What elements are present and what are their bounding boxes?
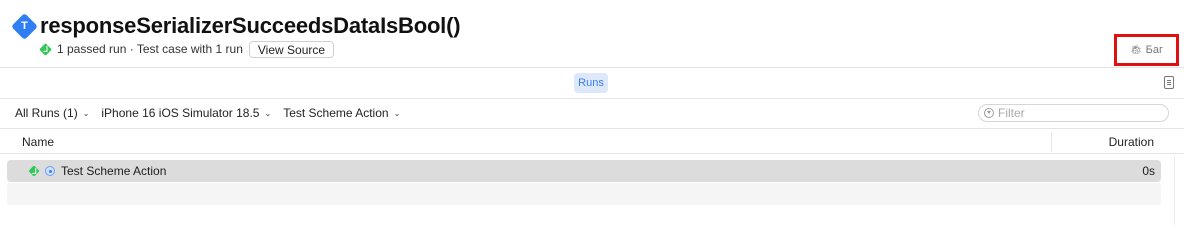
filter-field[interactable] bbox=[978, 104, 1169, 122]
header-divider bbox=[0, 67, 1184, 68]
tabbar-divider bbox=[0, 98, 1184, 99]
table-row-empty bbox=[7, 183, 1161, 205]
passed-status-icon bbox=[39, 42, 52, 56]
runs-dropdown[interactable]: All Runs (1) ⌄ bbox=[15, 106, 89, 120]
tab-runs[interactable]: Runs bbox=[574, 73, 608, 93]
summary-text: 1 passed run · Test case with 1 run bbox=[57, 42, 243, 56]
filter-icon bbox=[984, 108, 994, 118]
column-separator[interactable] bbox=[1051, 132, 1052, 152]
filter-divider bbox=[0, 128, 1184, 129]
bug-button[interactable]: 🐞︎ Баг bbox=[1114, 34, 1179, 66]
page-title: responseSerializerSucceedsDataIsBool() bbox=[40, 13, 461, 38]
row-name: Test Scheme Action bbox=[61, 164, 167, 178]
test-case-icon: T bbox=[11, 13, 38, 40]
test-summary: 1 passed run · Test case with 1 run View… bbox=[39, 40, 335, 58]
chevron-down-icon: ⌄ bbox=[264, 108, 272, 118]
bug-label: Баг bbox=[1145, 44, 1164, 56]
scheme-dropdown[interactable]: Test Scheme Action ⌄ bbox=[283, 106, 400, 120]
chevron-down-icon: ⌄ bbox=[82, 108, 90, 118]
column-header-name[interactable]: Name bbox=[22, 135, 54, 149]
table-row[interactable] bbox=[7, 160, 1161, 182]
row-duration: 0s bbox=[1142, 164, 1155, 178]
filter-input[interactable] bbox=[998, 106, 1158, 120]
view-source-button[interactable]: View Source bbox=[248, 40, 335, 58]
inspector-toggle-icon[interactable] bbox=[1164, 76, 1174, 89]
scheme-action-icon bbox=[45, 166, 55, 176]
scrollbar-track[interactable] bbox=[1174, 157, 1175, 225]
device-dropdown[interactable]: iPhone 16 iOS Simulator 18.5 ⌄ bbox=[101, 106, 271, 120]
table-header-divider bbox=[0, 153, 1184, 154]
filter-bar: All Runs (1) ⌄ iPhone 16 iOS Simulator 18… bbox=[15, 106, 400, 120]
column-header-duration[interactable]: Duration bbox=[1109, 135, 1154, 149]
bug-icon: 🐞︎ bbox=[1129, 44, 1143, 56]
chevron-down-icon: ⌄ bbox=[393, 108, 401, 118]
